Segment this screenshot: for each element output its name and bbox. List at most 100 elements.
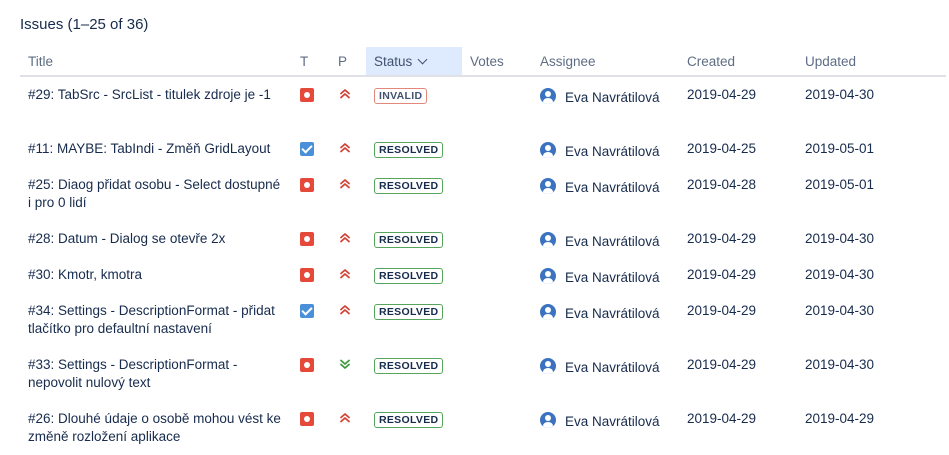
issue-title-link[interactable]: #29: TabSrc - SrcList - titulek zdroje j…	[28, 87, 271, 102]
issue-votes-cell	[462, 167, 532, 221]
updated-date: 2019-04-30	[805, 267, 875, 282]
issue-title-link[interactable]: #28: Datum - Dialog se otevře 2x	[28, 231, 225, 246]
issue-type-cell	[292, 167, 330, 221]
issue-created-cell: 2019-04-25	[679, 131, 797, 167]
issue-priority-cell	[330, 221, 366, 257]
created-date: 2019-04-29	[687, 267, 757, 282]
issue-title-cell: #26: Dlouhé údaje o osobě mohou vést ke …	[20, 401, 292, 455]
issue-title-link[interactable]: #34: Settings - DescriptionFormat - přid…	[28, 303, 275, 336]
issue-votes-cell	[462, 221, 532, 257]
issue-assignee-cell: Eva Navrátilová	[532, 257, 679, 293]
column-header-priority[interactable]: P	[330, 47, 366, 77]
column-header-label: P	[338, 53, 348, 69]
column-header-label: Created	[687, 53, 736, 69]
column-header-type[interactable]: T	[292, 47, 330, 77]
assignee-name: Eva Navrátilová	[565, 144, 660, 159]
issue-priority-cell	[330, 293, 366, 347]
issue-assignee-cell: Eva Navrátilová	[532, 76, 679, 131]
created-date: 2019-04-28	[687, 177, 757, 192]
column-header-label: Title	[28, 53, 54, 69]
column-header-label: Votes	[470, 53, 504, 69]
column-header-title[interactable]: Title	[20, 47, 292, 77]
issue-priority-cell	[330, 347, 366, 401]
task-type-icon	[300, 142, 314, 156]
column-header-created[interactable]: Created	[679, 47, 797, 77]
issue-title-link[interactable]: #11: MAYBE: TabIndi - Změň GridLayout	[28, 141, 270, 156]
issue-type-cell	[292, 257, 330, 293]
issue-priority-cell	[330, 131, 366, 167]
issue-updated-cell: 2019-04-30	[797, 293, 946, 347]
issue-created-cell: 2019-04-28	[679, 167, 797, 221]
user-avatar-icon	[540, 178, 556, 194]
column-header-assignee[interactable]: Assignee	[532, 47, 679, 77]
column-header-status[interactable]: Status	[366, 47, 462, 77]
status-badge: RESOLVED	[374, 268, 444, 284]
issue-status-cell: RESOLVED	[366, 257, 462, 293]
priority-high-icon	[338, 177, 352, 191]
table-row[interactable]: #33: Settings - DescriptionFormat - nepo…	[20, 347, 946, 401]
created-date: 2019-04-29	[687, 303, 757, 318]
issue-updated-cell: 2019-05-01	[797, 131, 946, 167]
issue-created-cell: 2019-04-29	[679, 347, 797, 401]
issue-created-cell: 2019-04-29	[679, 76, 797, 131]
task-type-icon	[300, 304, 314, 318]
issues-table: Title T P Status Votes Assignee Created …	[20, 47, 946, 455]
table-row[interactable]: #25: Diaog přidat osobu - Select dostupn…	[20, 167, 946, 221]
status-badge: RESOLVED	[374, 358, 444, 374]
issue-title-cell: #33: Settings - DescriptionFormat - nepo…	[20, 347, 292, 401]
table-row[interactable]: #26: Dlouhé údaje o osobě mohou vést ke …	[20, 401, 946, 455]
issue-votes-cell	[462, 401, 532, 455]
assignee-name: Eva Navrátilová	[565, 90, 660, 105]
issue-title-cell: #29: TabSrc - SrcList - titulek zdroje j…	[20, 76, 292, 131]
user-avatar-icon	[540, 142, 556, 158]
issue-votes-cell	[462, 257, 532, 293]
bug-type-icon	[300, 412, 314, 426]
table-row[interactable]: #30: Kmotr, kmotra RESOLVED Eva Navrátilov…	[20, 257, 946, 293]
issue-type-cell	[292, 401, 330, 455]
created-date: 2019-04-29	[687, 357, 757, 372]
issue-title-link[interactable]: #26: Dlouhé údaje o osobě mohou vést ke …	[28, 411, 281, 444]
issue-assignee-cell: Eva Navrátilová	[532, 293, 679, 347]
status-badge: RESOLVED	[374, 142, 444, 158]
updated-date: 2019-04-30	[805, 87, 875, 102]
issue-created-cell: 2019-04-29	[679, 293, 797, 347]
column-header-votes[interactable]: Votes	[462, 47, 532, 77]
user-avatar-icon	[540, 412, 556, 428]
table-row[interactable]: #11: MAYBE: TabIndi - Změň GridLayout RES…	[20, 131, 946, 167]
priority-low-icon	[338, 357, 352, 371]
priority-high-icon	[338, 303, 352, 317]
issue-title-link[interactable]: #25: Diaog přidat osobu - Select dostupn…	[28, 177, 280, 210]
issue-votes-cell	[462, 131, 532, 167]
issues-heading: Issues (1–25 of 36)	[20, 16, 149, 33]
priority-high-icon	[338, 87, 352, 101]
column-header-label: Status	[374, 53, 413, 69]
issue-priority-cell	[330, 76, 366, 131]
issue-updated-cell: 2019-04-29	[797, 401, 946, 455]
issue-title-link[interactable]: #33: Settings - DescriptionFormat - nepo…	[28, 357, 237, 390]
created-date: 2019-04-25	[687, 141, 757, 156]
updated-date: 2019-04-30	[805, 357, 875, 372]
issue-assignee-cell: Eva Navrátilová	[532, 167, 679, 221]
table-row[interactable]: #29: TabSrc - SrcList - titulek zdroje j…	[20, 76, 946, 131]
issue-type-cell	[292, 131, 330, 167]
table-row[interactable]: #34: Settings - DescriptionFormat - přid…	[20, 293, 946, 347]
issue-title-link[interactable]: #30: Kmotr, kmotra	[28, 267, 142, 282]
issue-status-cell: INVALID	[366, 76, 462, 131]
priority-high-icon	[338, 141, 352, 155]
issue-votes-cell	[462, 347, 532, 401]
table-row[interactable]: #28: Datum - Dialog se otevře 2x RESOLVED…	[20, 221, 946, 257]
created-date: 2019-04-29	[687, 87, 757, 102]
column-header-updated[interactable]: Updated	[797, 47, 946, 77]
column-header-label: Assignee	[540, 53, 596, 69]
chevron-down-icon	[417, 54, 428, 64]
status-badge: RESOLVED	[374, 412, 444, 428]
header-row: Title T P Status Votes Assignee Created …	[20, 47, 946, 77]
issue-assignee-cell: Eva Navrátilová	[532, 221, 679, 257]
issue-status-cell: RESOLVED	[366, 347, 462, 401]
user-avatar-icon	[540, 358, 556, 374]
assignee-name: Eva Navrátilová	[565, 234, 660, 249]
issue-type-cell	[292, 221, 330, 257]
updated-date: 2019-04-29	[805, 411, 875, 426]
user-avatar-icon	[540, 88, 556, 104]
updated-date: 2019-05-01	[805, 141, 875, 156]
